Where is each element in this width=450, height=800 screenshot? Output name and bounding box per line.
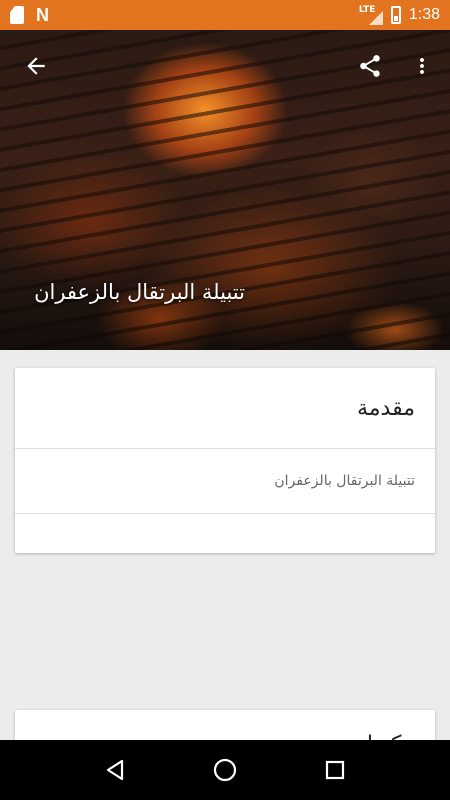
battery-icon xyxy=(390,6,401,24)
nav-home-button[interactable] xyxy=(205,750,245,790)
navigation-bar xyxy=(0,740,450,800)
share-icon xyxy=(360,55,380,77)
intro-card: مقدمة تتبيلة البرتقال بالزعفران xyxy=(15,368,435,553)
nav-recents-button[interactable] xyxy=(315,750,355,790)
home-icon xyxy=(213,758,237,782)
back-icon xyxy=(106,759,124,781)
status-bar: N LTE 1:38 xyxy=(0,0,450,30)
sd-card-icon xyxy=(10,6,24,24)
more-vert-icon xyxy=(420,58,424,74)
more-options-button[interactable] xyxy=(406,50,438,82)
n-icon: N xyxy=(36,4,49,25)
recipe-title: تتبيلة البرتقال بالزعفران xyxy=(34,280,245,304)
recents-icon xyxy=(325,760,345,780)
nav-back-button[interactable] xyxy=(95,750,135,790)
clock: 1:38 xyxy=(408,6,440,23)
card-body: تتبيلة البرتقال بالزعفران xyxy=(274,473,415,489)
back-arrow-icon xyxy=(27,57,45,75)
hero-image: تتبيلة البرتقال بالزعفران xyxy=(0,30,450,350)
share-button[interactable] xyxy=(354,50,386,82)
signal-icon: LTE xyxy=(359,5,383,25)
card-title: مقدمة xyxy=(356,395,415,421)
back-button[interactable] xyxy=(20,50,52,82)
